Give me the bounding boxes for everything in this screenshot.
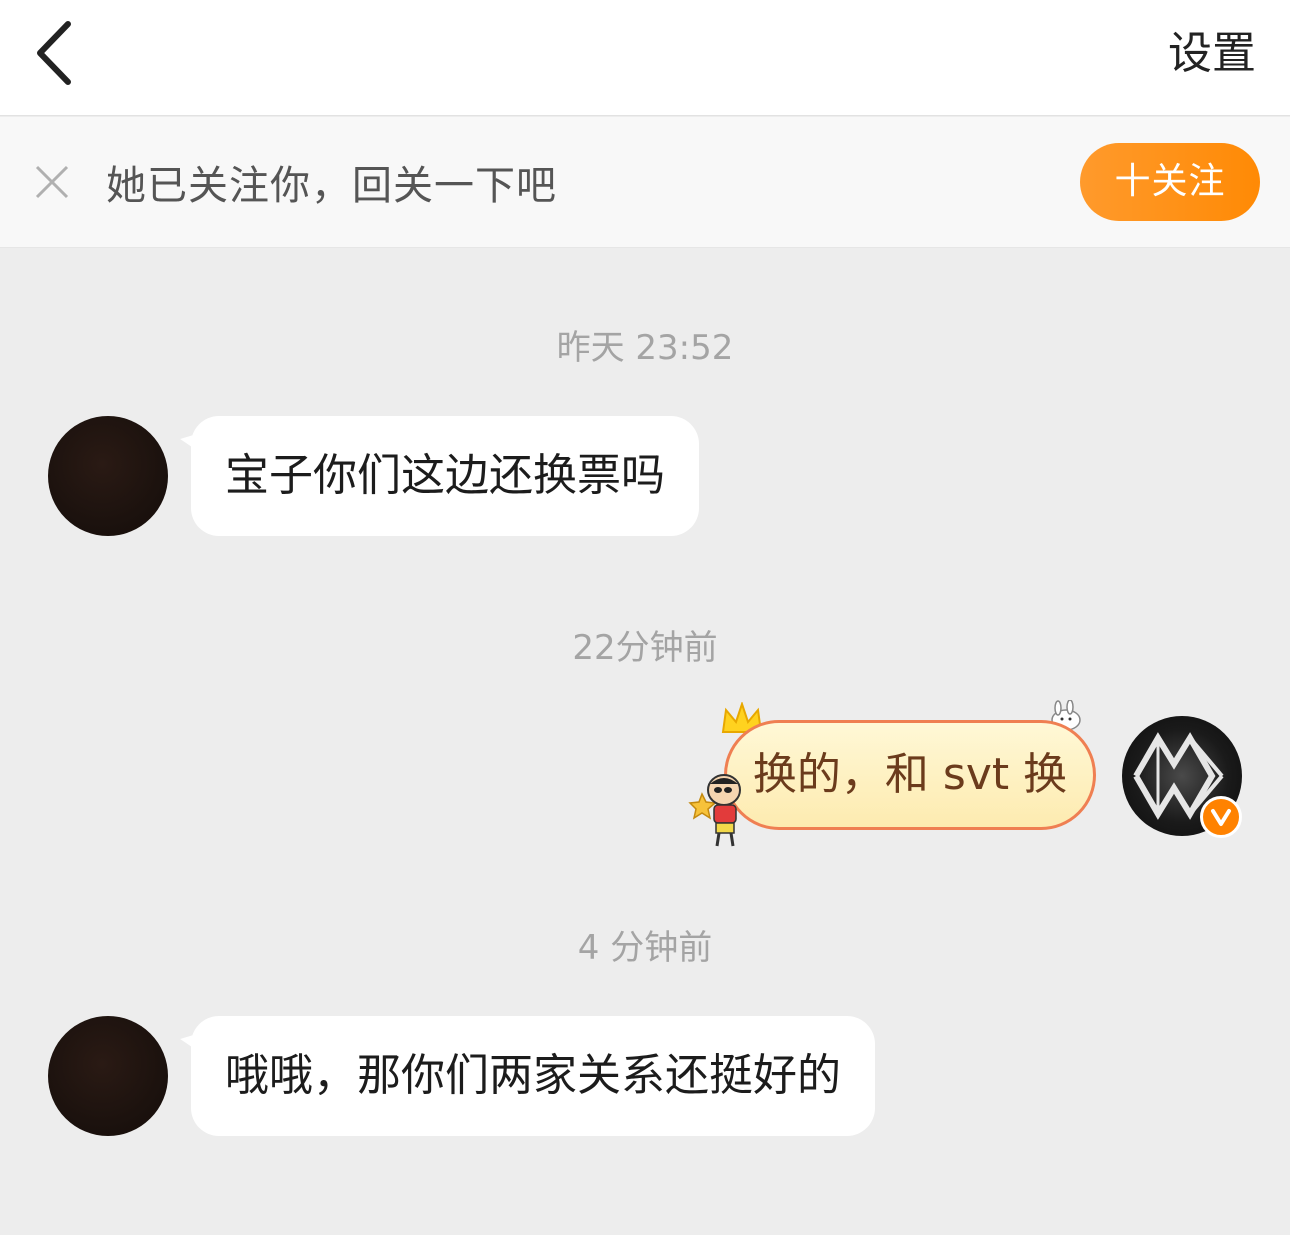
message-timestamp: 4 分钟前 [577, 928, 713, 968]
follow-button[interactable]: 十关注 [1080, 143, 1260, 221]
cartoon-character-sticker-icon [688, 774, 741, 847]
settings-button[interactable]: 设置 [1168, 26, 1256, 82]
follow-back-prompt: 她已关注你，回关一下吧 [106, 163, 557, 209]
incoming-message-bubble[interactable]: 宝子你们这边还换票吗 [191, 416, 699, 536]
incoming-message-bubble[interactable]: 哦哦，那你们两家关系还挺好的 [191, 1016, 875, 1136]
dismiss-banner-button[interactable] [34, 164, 70, 200]
top-nav-bar: 设置 [0, 0, 1290, 116]
verified-badge-icon [1200, 796, 1242, 838]
chevron-left-icon [37, 21, 71, 85]
back-button[interactable] [30, 18, 90, 88]
chat-page: 设置 她已关注你，回关一下吧 十关注 昨天 23:52 宝子你们这边还换票吗 2… [0, 0, 1290, 1235]
contact-avatar[interactable] [48, 1016, 168, 1136]
contact-avatar[interactable] [48, 416, 168, 536]
close-icon [35, 165, 69, 199]
message-timestamp: 昨天 23:52 [556, 328, 734, 368]
message-timestamp: 22分钟前 [572, 628, 718, 668]
outgoing-message-bubble[interactable]: 换的，和 svt 换 [724, 720, 1096, 830]
